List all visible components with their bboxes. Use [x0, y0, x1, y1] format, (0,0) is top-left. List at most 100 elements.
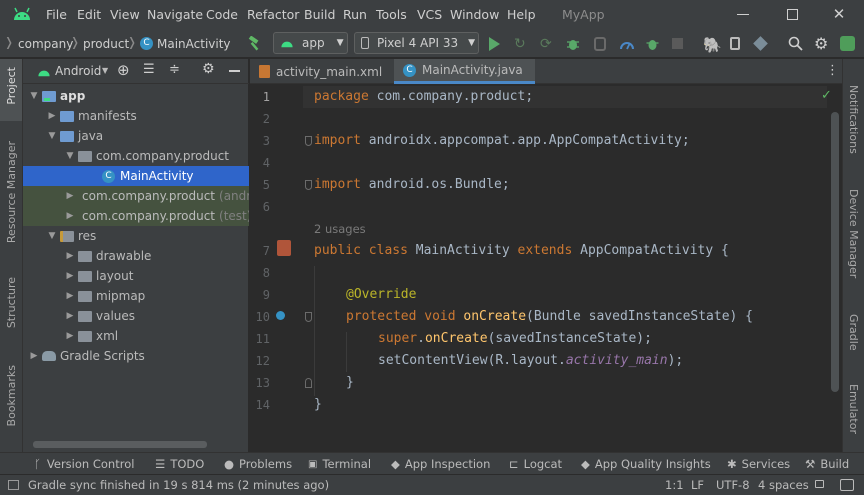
menu-refactor[interactable]: Refactor: [247, 7, 299, 22]
menu-build[interactable]: Build: [304, 7, 335, 22]
device-select[interactable]: Pixel 4 API 33 ▼: [354, 32, 479, 54]
unlock-icon[interactable]: [815, 480, 824, 488]
settings-gear-icon[interactable]: ⚙: [814, 34, 828, 53]
menu-view[interactable]: View: [110, 7, 140, 22]
activity-gutter-icon[interactable]: [277, 240, 291, 256]
expand-all-icon[interactable]: ☰: [143, 62, 155, 77]
menu-code[interactable]: Code: [206, 7, 238, 22]
fold-marker-icon[interactable]: [305, 180, 312, 190]
tree-item-res[interactable]: ▼ res: [23, 226, 249, 246]
menu-vcs[interactable]: VCS: [417, 7, 442, 22]
vertical-scrollbar[interactable]: [831, 112, 839, 392]
menu-edit[interactable]: Edit: [77, 7, 101, 22]
chevron-right-icon[interactable]: ▶: [63, 291, 77, 301]
tree-item-java[interactable]: ▼ java: [23, 126, 249, 146]
memory-indicator-icon[interactable]: [840, 479, 854, 491]
file-encoding[interactable]: UTF-8: [716, 478, 750, 492]
no-problems-check-icon[interactable]: ✓: [821, 88, 832, 103]
attach-debugger-icon[interactable]: [594, 37, 606, 51]
project-tool-label[interactable]: Project: [5, 67, 18, 105]
menu-navigate[interactable]: Navigate: [147, 7, 203, 22]
chevron-down-icon[interactable]: ▼: [102, 66, 108, 75]
debug-icon[interactable]: [566, 37, 580, 51]
search-icon[interactable]: [788, 36, 803, 51]
status-message[interactable]: Gradle sync finished in 19 s 814 ms (2 m…: [28, 478, 329, 492]
tree-item-app[interactable]: ▼ app: [23, 86, 249, 106]
chevron-right-icon[interactable]: ▶: [63, 271, 77, 281]
tree-item-values[interactable]: ▶ values: [23, 306, 249, 326]
tree-item-package-androidtest[interactable]: ▶ com.company.product (androidTest): [23, 186, 249, 206]
structure-tool-label[interactable]: Structure: [5, 277, 18, 328]
run-config-select[interactable]: app ▼: [273, 32, 348, 54]
sync-gradle-icon[interactable]: 🐘: [703, 36, 722, 54]
resource-manager-tool-label[interactable]: Resource Manager: [5, 141, 18, 243]
app-inspection-tool[interactable]: ◆ App Inspection: [391, 457, 490, 471]
fold-marker-icon[interactable]: [305, 136, 312, 146]
menu-help[interactable]: Help: [507, 7, 536, 22]
breadcrumb-company[interactable]: company: [18, 37, 73, 51]
hide-panel-icon[interactable]: [229, 70, 240, 72]
tab-mainactivity-java[interactable]: C MainActivity.java: [394, 59, 535, 84]
run-tests-icon[interactable]: [645, 37, 660, 51]
fold-marker-icon[interactable]: [305, 378, 312, 388]
run-icon[interactable]: [489, 37, 500, 51]
chevron-right-icon[interactable]: ▶: [27, 351, 41, 361]
usages-hint[interactable]: 2 usages: [314, 222, 366, 236]
chevron-right-icon[interactable]: ▶: [63, 311, 77, 321]
bookmarks-tool-label[interactable]: Bookmarks: [5, 365, 18, 426]
chevron-right-icon[interactable]: ▶: [63, 251, 77, 261]
line-separator[interactable]: LF: [691, 478, 704, 492]
chevron-right-icon[interactable]: ▶: [63, 191, 77, 201]
tree-item-xml[interactable]: ▶ xml: [23, 326, 249, 346]
collapse-all-icon[interactable]: ≑: [169, 62, 180, 77]
chevron-down-icon[interactable]: ▼: [27, 91, 41, 101]
chevron-down-icon[interactable]: ▼: [63, 151, 77, 161]
chevron-right-icon[interactable]: ▶: [63, 211, 77, 221]
version-control-tool[interactable]: ᚴ Version Control: [34, 457, 134, 471]
android-studio-logo-icon[interactable]: [840, 36, 855, 51]
apply-changes-icon[interactable]: ↻: [514, 36, 526, 52]
apply-code-changes-icon[interactable]: ⟳: [540, 36, 552, 52]
chevron-down-icon[interactable]: ▼: [45, 231, 59, 241]
app-quality-insights-tool[interactable]: ◆ App Quality Insights: [581, 457, 711, 471]
build-tool[interactable]: ⚒ Build: [805, 457, 849, 471]
menu-tools[interactable]: Tools: [376, 7, 407, 22]
override-method-gutter-icon[interactable]: [276, 311, 285, 320]
more-tabs-icon[interactable]: ⋮: [826, 63, 839, 78]
make-project-hammer-icon[interactable]: [246, 36, 262, 52]
menu-run[interactable]: Run: [343, 7, 367, 22]
project-view-select[interactable]: Android: [55, 64, 101, 78]
chevron-down-icon[interactable]: ▼: [45, 131, 59, 141]
horizontal-scrollbar[interactable]: [33, 441, 207, 448]
tree-item-package-test[interactable]: ▶ com.company.product (test): [23, 206, 249, 226]
fold-marker-icon[interactable]: [305, 312, 312, 322]
tab-activity-main-xml[interactable]: activity_main.xml: [250, 59, 393, 84]
notifications-tool-label[interactable]: Notifications: [847, 85, 860, 154]
tree-item-gradle-scripts[interactable]: ▶ Gradle Scripts: [23, 346, 249, 366]
select-opened-file-icon[interactable]: ⊕: [117, 61, 130, 79]
close-button[interactable]: ✕: [832, 6, 846, 22]
device-mirror-icon[interactable]: [730, 37, 740, 50]
tree-item-drawable[interactable]: ▶ drawable: [23, 246, 249, 266]
menu-window[interactable]: Window: [450, 7, 499, 22]
tree-item-package-main[interactable]: ▼ com.company.product: [23, 146, 249, 166]
tree-item-layout[interactable]: ▶ layout: [23, 266, 249, 286]
emulator-tool-label[interactable]: Emulator: [847, 384, 860, 434]
tree-item-manifests[interactable]: ▶ manifests: [23, 106, 249, 126]
caret-position[interactable]: 1:1: [665, 478, 684, 492]
logcat-tool[interactable]: ⊏ Logcat: [509, 457, 562, 471]
tree-item-mainactivity[interactable]: C MainActivity: [23, 166, 249, 186]
sdk-manager-icon[interactable]: [753, 36, 768, 51]
problems-tool[interactable]: ● Problems: [224, 457, 292, 471]
options-gear-icon[interactable]: ⚙: [202, 61, 215, 77]
device-manager-tool-label[interactable]: Device Manager: [847, 189, 860, 278]
gradle-tool-label[interactable]: Gradle: [847, 314, 860, 351]
chevron-right-icon[interactable]: ▶: [63, 331, 77, 341]
tree-item-mipmap[interactable]: ▶ mipmap: [23, 286, 249, 306]
services-tool[interactable]: ✱ Services: [727, 457, 790, 471]
breadcrumb-mainactivity[interactable]: MainActivity: [157, 37, 231, 51]
minimize-button[interactable]: [737, 14, 749, 15]
chevron-right-icon[interactable]: ▶: [45, 111, 59, 121]
status-toggle-icon[interactable]: [8, 480, 19, 490]
stop-icon[interactable]: [672, 38, 683, 49]
